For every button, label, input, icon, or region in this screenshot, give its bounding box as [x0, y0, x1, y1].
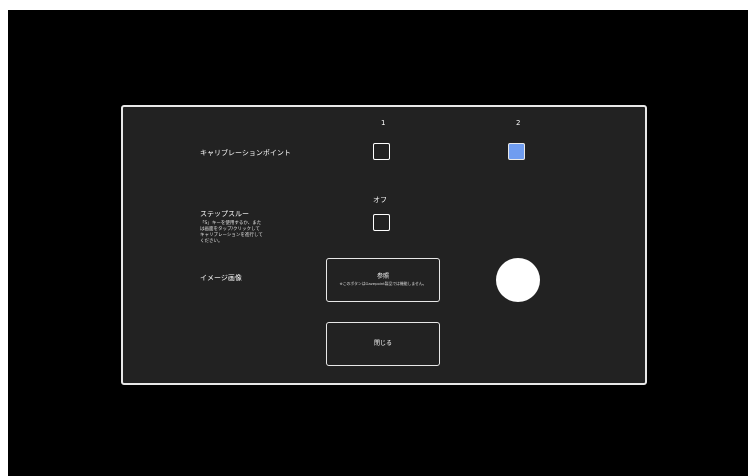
step-through-checkbox[interactable]	[373, 214, 390, 231]
off-option-label: オフ	[373, 196, 387, 204]
calibration-points-label: キャリブレーションポイント	[200, 149, 291, 157]
browse-button-note: ※このボタンはGazepoint製品では機能しません。	[339, 281, 427, 286]
calibration-point-2-checkbox[interactable]	[508, 143, 525, 160]
step-through-hint: 「S」キーを使用するか、または画面をタップ/クリックしてキャリブレーションを進行…	[200, 221, 263, 244]
step-through-label: ステップスルー	[200, 210, 249, 218]
calibration-point-1-checkbox[interactable]	[373, 143, 390, 160]
column-label-2: 2	[516, 119, 521, 127]
image-label: イメージ画像	[200, 274, 242, 282]
calibration-target-preview	[496, 258, 540, 302]
browse-button-label: 参照	[376, 273, 389, 280]
column-label-1: 1	[381, 119, 386, 127]
close-button[interactable]: 閉じる	[326, 322, 440, 366]
calibration-screen: 1 2 キャリブレーションポイント オフ ステップスルー 「S」キーを使用するか…	[8, 10, 748, 476]
close-button-label: 閉じる	[373, 340, 392, 347]
settings-panel: 1 2 キャリブレーションポイント オフ ステップスルー 「S」キーを使用するか…	[121, 105, 647, 385]
browse-button[interactable]: 参照 ※このボタンはGazepoint製品では機能しません。	[326, 258, 440, 302]
